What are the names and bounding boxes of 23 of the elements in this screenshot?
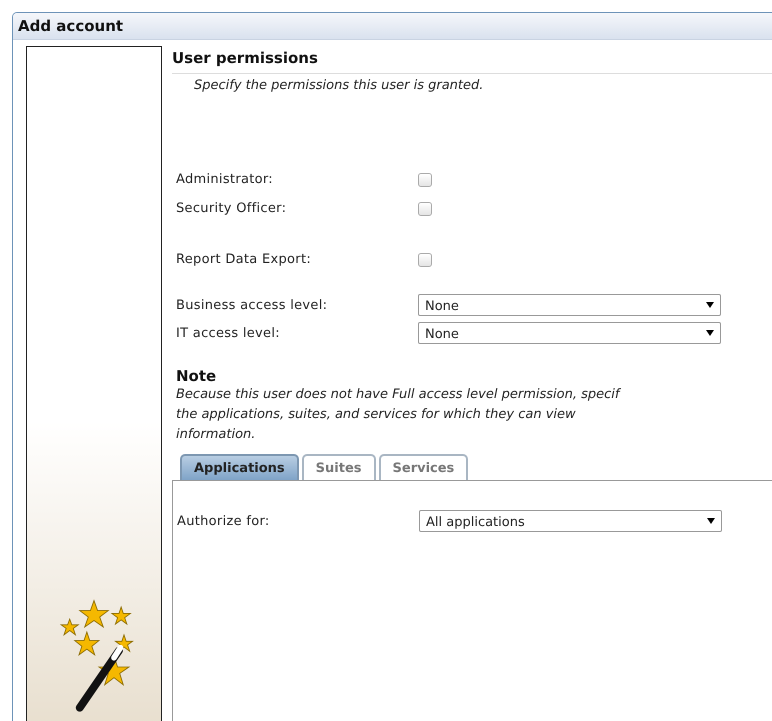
dropdown-arrow-icon — [706, 302, 714, 308]
dropdown[interactable]: None — [418, 322, 721, 344]
note-title: Note — [176, 367, 218, 385]
field-label: Authorize for: — [177, 514, 271, 528]
checkbox[interactable] — [418, 252, 432, 266]
checkbox[interactable] — [418, 202, 432, 216]
field-label: Security Officer: — [176, 201, 288, 216]
tab[interactable]: Services — [378, 454, 468, 480]
dropdown-arrow-icon — [707, 518, 715, 524]
note-text: Because this user does not have Full access level permission, specif the applications, suites, and services for which they can view information. — [176, 386, 622, 444]
dropdown-arrow-icon — [706, 330, 714, 336]
field-label: Report Data Export: — [176, 252, 312, 267]
checkbox[interactable] — [418, 172, 432, 186]
section-title: User permissions — [172, 49, 772, 74]
dropdown[interactable]: None — [418, 294, 721, 316]
field-label: Administrator: — [176, 172, 274, 187]
dropdown[interactable]: All applications — [419, 510, 722, 532]
window-title: Add account — [13, 13, 772, 40]
tab[interactable]: Suites — [302, 454, 376, 480]
section-subtitle: Specify the permissions this user is granted. — [194, 78, 484, 93]
field-label: IT access level: — [176, 326, 281, 340]
field-label: Business access level: — [176, 298, 328, 312]
tab[interactable]: Applications — [180, 454, 299, 480]
